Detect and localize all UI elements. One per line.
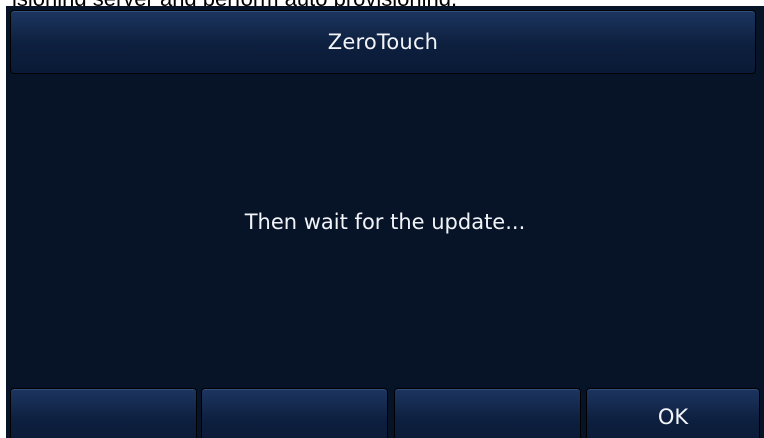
softkey-1[interactable]	[10, 388, 197, 438]
dialog-message: Then wait for the update...	[244, 210, 526, 234]
ok-softkey-button[interactable]: OK	[586, 388, 760, 438]
phone-screen: ZeroTouch Then wait for the update... OK	[6, 6, 764, 438]
page: isioning server and perform auto provisi…	[0, 0, 764, 438]
ok-softkey-label: OK	[657, 405, 689, 429]
softkey-bar: OK	[10, 388, 760, 438]
dialog-title: ZeroTouch	[327, 30, 439, 54]
softkey-2[interactable]	[201, 388, 388, 438]
title-bar: ZeroTouch	[10, 10, 756, 74]
softkey-3[interactable]	[394, 388, 581, 438]
